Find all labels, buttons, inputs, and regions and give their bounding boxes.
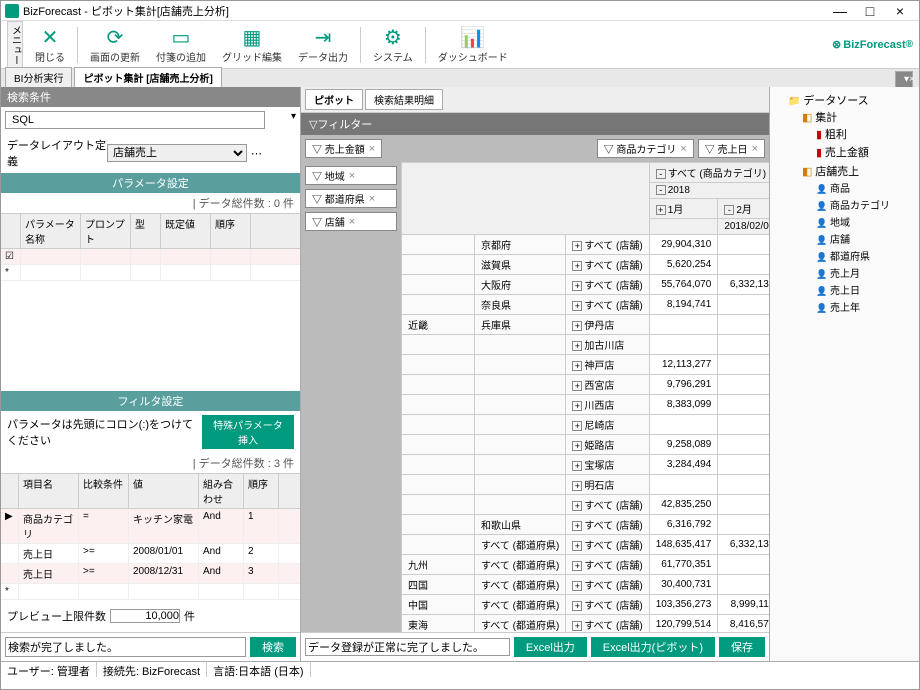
column-chip[interactable]: ▽ 売上日×	[698, 139, 765, 158]
maximize-button[interactable]: □	[855, 3, 885, 19]
datasource-tree[interactable]: データソース 集計 粗利 売上金額 店舗売上 商品 商品カテゴリ 地域 店舗 都…	[774, 91, 915, 317]
tree-item[interactable]: 店舗	[816, 230, 915, 247]
save-button[interactable]: 保存	[719, 637, 765, 657]
center-tab-pivot[interactable]: ピボット	[305, 89, 363, 110]
dimension-icon	[816, 268, 827, 280]
tree-item[interactable]: 売上年	[816, 298, 915, 315]
filter-grid-header: 項目名比較条件値組み合わせ順序	[1, 474, 300, 509]
search-status	[5, 637, 246, 657]
preview-label: プレビュー上限件数	[7, 608, 106, 624]
dimension-icon	[816, 302, 827, 314]
filter-row[interactable]: ▶商品カテゴリ=キッチン家電And1	[1, 509, 300, 544]
param-row[interactable]: ☑	[1, 249, 300, 265]
minimize-button[interactable]: —	[825, 3, 855, 19]
sql-dropdown-icon[interactable]: ▾	[291, 111, 296, 129]
system-button[interactable]: ⚙システム	[365, 23, 421, 66]
datalayout-label: データレイアウト定義	[7, 137, 107, 169]
gridedit-button[interactable]: ▦グリッド編集	[214, 23, 290, 66]
filter-row[interactable]: 売上日>=2008/12/31And3	[1, 564, 300, 584]
filter-row[interactable]: 売上日>=2008/01/01And2	[1, 544, 300, 564]
refresh-button[interactable]: ⟳画面の更新	[82, 23, 148, 66]
dimension-icon	[816, 183, 827, 195]
attach-button[interactable]: ▭付箋の追加	[148, 23, 214, 66]
row-chip[interactable]: ▽ 都道府県×	[305, 189, 397, 208]
tab-pivot[interactable]: ピボット集計 [店舗売上分析]	[74, 67, 221, 87]
filter-hint: パラメータは先頭にコロン(:)をつけてください	[7, 416, 202, 448]
pivot-table[interactable]: -すべて (商品カテゴリ)-2018+1月-2月2018/02/012018/0…	[401, 162, 769, 632]
preview-unit: 件	[184, 608, 195, 624]
app-icon	[5, 4, 19, 18]
excel-pivot-button[interactable]: Excel出力(ピボット)	[591, 637, 715, 657]
filter-insert-button[interactable]: 特殊パラメータ挿入	[202, 415, 294, 449]
filter-count: | データ総件数 : 3 件	[193, 455, 294, 471]
chip-remove-icon[interactable]: ×	[680, 143, 686, 155]
tree-item[interactable]: 都道府県	[816, 247, 915, 264]
tree-item[interactable]: 売上月	[816, 264, 915, 281]
cube-icon	[802, 166, 812, 178]
search-button[interactable]: 検索	[250, 637, 296, 657]
filter-icon: ▽	[309, 118, 317, 131]
tree-item[interactable]: 商品	[816, 179, 915, 196]
tree-item[interactable]: 商品カテゴリ	[816, 196, 915, 213]
measure-icon	[816, 147, 822, 159]
filter-bar-label: フィルター	[317, 116, 372, 132]
cube-icon	[802, 112, 812, 124]
excel-button[interactable]: Excel出力	[514, 637, 587, 657]
dashboard-button[interactable]: 📊ダッシュボード	[430, 23, 516, 66]
tab-expand[interactable]: ▾×	[895, 71, 913, 87]
tree-item[interactable]: 売上日	[816, 281, 915, 298]
measure-icon	[816, 129, 822, 141]
dimension-icon	[816, 217, 827, 229]
param-section-header: パラメータ設定	[1, 173, 300, 193]
column-chip[interactable]: ▽ 売上金額×	[305, 139, 382, 158]
footer-conn: 接続先: BizForecast	[97, 662, 207, 677]
preview-input[interactable]	[110, 609, 180, 623]
chip-remove-icon[interactable]: ×	[752, 143, 758, 155]
menu-tab[interactable]: メニュー	[7, 21, 23, 69]
row-chip[interactable]: ▽ 地域×	[305, 166, 397, 185]
dimension-icon	[816, 234, 827, 246]
folder-icon	[788, 95, 800, 107]
chip-remove-icon[interactable]: ×	[349, 216, 355, 228]
tab-bi[interactable]: BI分析実行	[5, 67, 72, 87]
filter-section-header: フィルタ設定	[1, 391, 300, 411]
datalayout-select[interactable]: 店舗売上	[107, 144, 247, 162]
dimension-icon	[816, 251, 827, 263]
column-chip[interactable]: ▽ 商品カテゴリ×	[597, 139, 694, 158]
window-title: BizForecast - ピボット集計[店舗売上分析]	[23, 3, 825, 19]
center-status	[305, 638, 510, 656]
column-chip-bar: ▽ 売上金額× ▽ 商品カテゴリ×▽ 売上日×	[301, 135, 769, 162]
sql-box[interactable]: SQL	[5, 111, 265, 129]
param-row-new[interactable]: *	[1, 265, 300, 281]
logo: ⊗BizForecast®	[832, 38, 913, 51]
tree-item[interactable]: 地域	[816, 213, 915, 230]
dimension-icon	[816, 285, 827, 297]
row-chip[interactable]: ▽ 店舗×	[305, 212, 397, 231]
param-grid-header: パラメータ名称プロンプト型既定値順序	[1, 214, 300, 249]
chip-remove-icon[interactable]: ×	[369, 193, 375, 205]
filter-row-new[interactable]: *	[1, 584, 300, 600]
close-button[interactable]: ✕閉じる	[27, 23, 73, 66]
chip-remove-icon[interactable]: ×	[369, 143, 375, 155]
footer-user: ユーザー: 管理者	[1, 662, 97, 677]
footer-lang: 言語:日本語 (日本)	[207, 662, 310, 677]
chip-remove-icon[interactable]: ×	[349, 170, 355, 182]
dataout-button[interactable]: ⇥データ出力	[290, 23, 356, 66]
close-window-button[interactable]: ×	[885, 3, 915, 19]
dimension-icon	[816, 200, 827, 212]
search-cond-header: 検索条件	[1, 87, 300, 107]
param-count: | データ総件数 : 0 件	[193, 195, 294, 211]
row-chip-bar: ▽ 地域× ▽ 都道府県× ▽ 店舗×	[301, 162, 401, 632]
center-tab-detail[interactable]: 検索結果明細	[365, 89, 443, 110]
datalayout-action-icon[interactable]: ⋯	[251, 147, 262, 160]
